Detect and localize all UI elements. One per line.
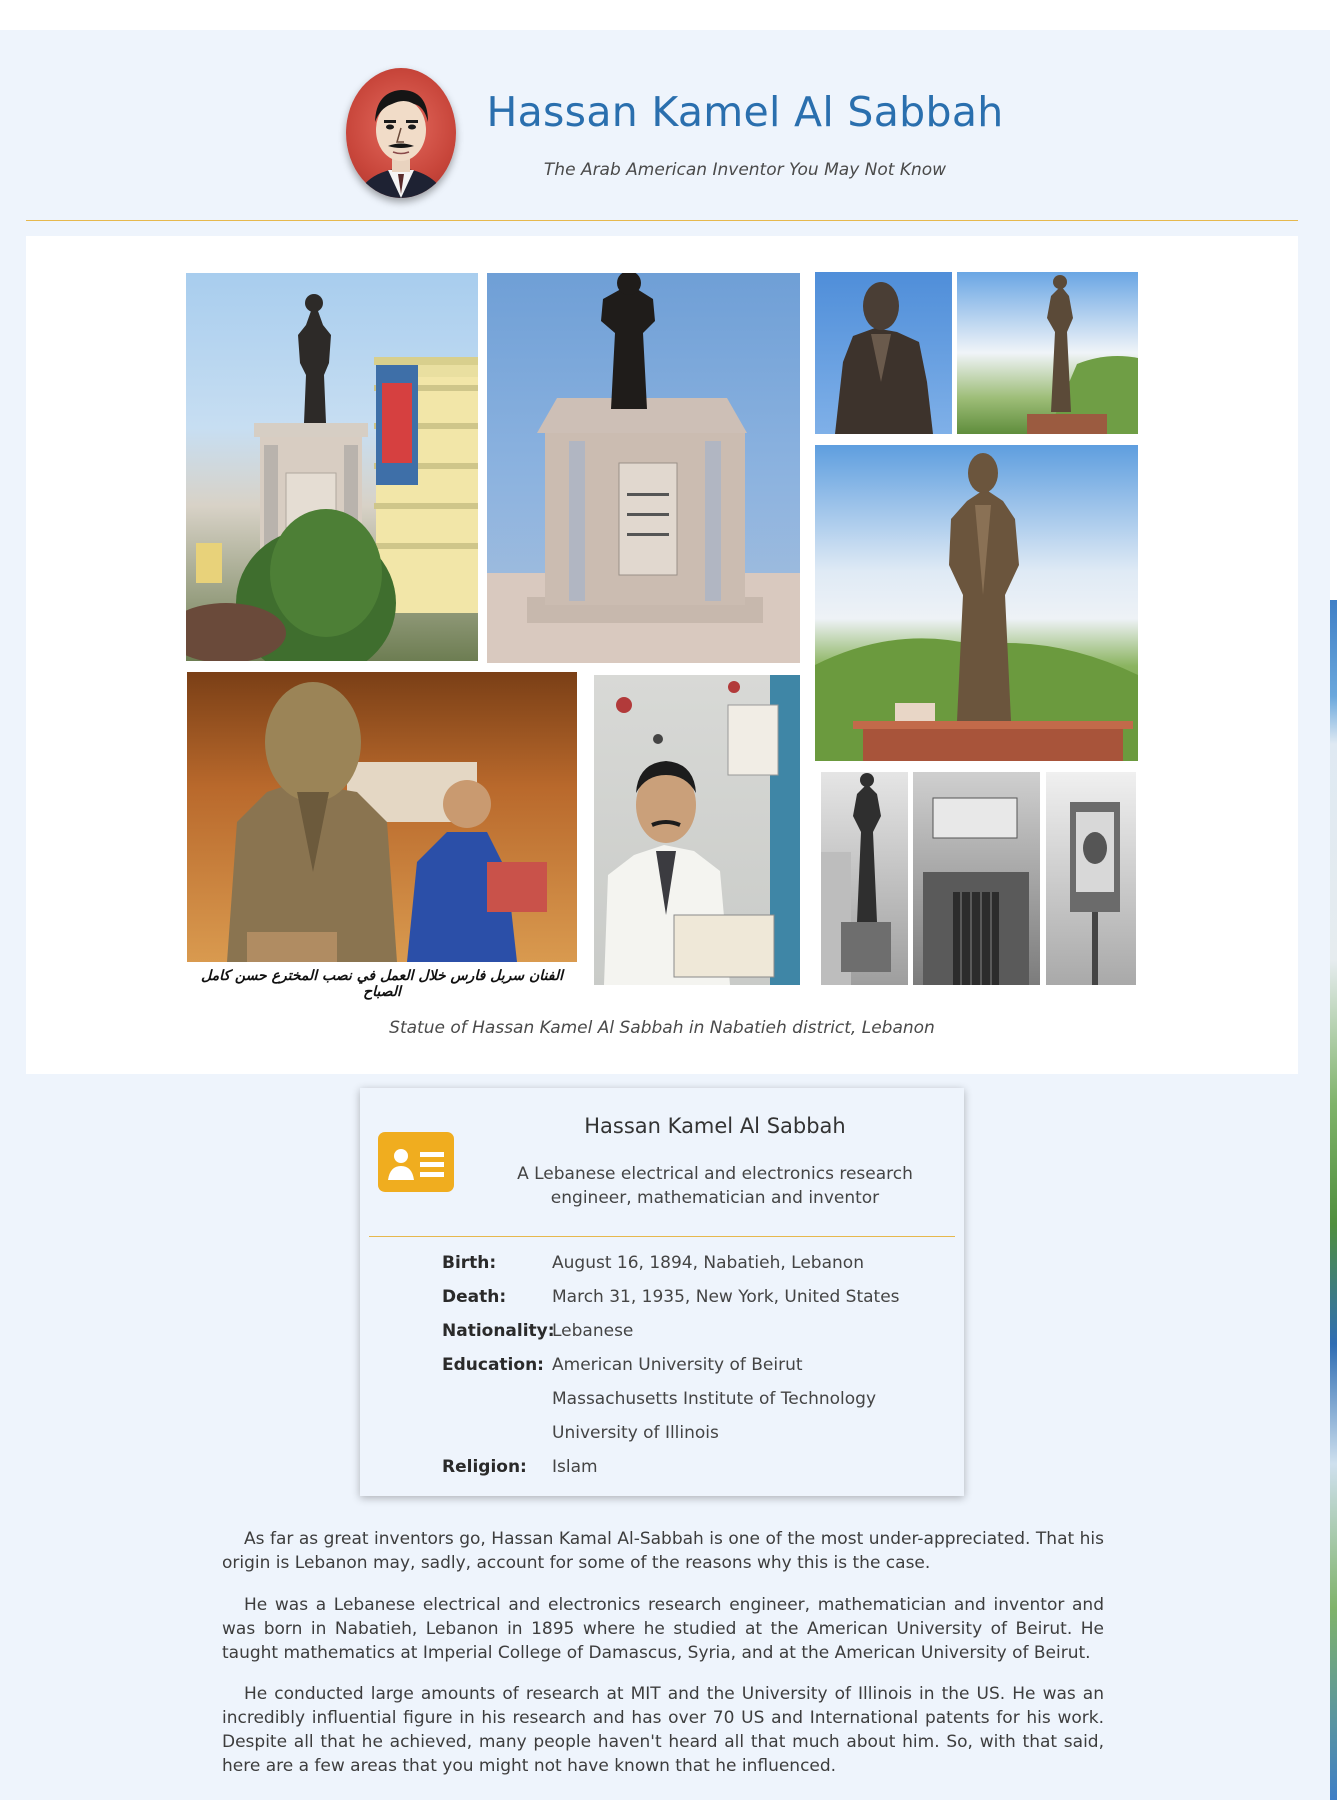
id-card-icon <box>378 1132 454 1192</box>
article-paragraph: He conducted large amounts of research a… <box>222 1684 1104 1776</box>
infobox-card: Hassan Kamel Al Sabbah A Lebanese electr… <box>360 1088 964 1496</box>
scrollbar-edge <box>1330 600 1337 1800</box>
sculptor-at-work-photo <box>187 672 577 962</box>
nationality-value: Lebanese <box>552 1321 634 1341</box>
wax-figure-photo <box>594 675 800 985</box>
statue-hillside-small-photo <box>957 272 1138 434</box>
statue-hillside-large-photo <box>815 445 1138 761</box>
page-subtitle: The Arab American Inventor You May Not K… <box>543 160 947 180</box>
education-value-1: American University of Beirut <box>552 1355 803 1375</box>
religion-value: Islam <box>552 1457 598 1477</box>
education-label: Education: <box>442 1355 544 1375</box>
infobox-description: A Lebanese electrical and electronics re… <box>517 1164 913 1208</box>
photo-caption-arabic: الفنان سربل فارس خلال العمل في نصب المخت… <box>201 968 563 1000</box>
religion-label: Religion: <box>442 1457 527 1477</box>
statue-closeup-photo <box>815 272 952 434</box>
education-value-2: Massachusetts Institute of Technology <box>552 1389 877 1409</box>
monochrome-portrait-photo <box>1046 772 1136 985</box>
monochrome-statue-photo <box>821 772 908 985</box>
statue-pedestal-photo <box>487 273 800 663</box>
article-paragraph: As far as great inventors go, Hassan Kam… <box>222 1529 1104 1573</box>
portrait-avatar <box>346 68 456 198</box>
gallery-caption: Statue of Hassan Kamel Al Sabbah in Naba… <box>389 1018 935 1038</box>
nationality-label: Nationality: <box>442 1321 555 1341</box>
header-divider <box>26 220 1298 221</box>
page-title: Hassan Kamel Al Sabbah <box>486 88 1004 136</box>
education-value-3: University of Illinois <box>552 1423 719 1443</box>
death-label: Death: <box>442 1287 507 1307</box>
death-value: March 31, 1935, New York, United States <box>552 1287 900 1307</box>
infobox-name: Hassan Kamel Al Sabbah <box>584 1114 846 1138</box>
infobox-divider <box>369 1236 955 1237</box>
article-paragraph: He was a Lebanese electrical and electro… <box>222 1595 1104 1663</box>
statue-front-building-photo <box>186 273 478 661</box>
monochrome-gate-photo <box>913 772 1040 985</box>
birth-label: Birth: <box>442 1253 497 1273</box>
birth-value: August 16, 1894, Nabatieh, Lebanon <box>552 1253 864 1273</box>
